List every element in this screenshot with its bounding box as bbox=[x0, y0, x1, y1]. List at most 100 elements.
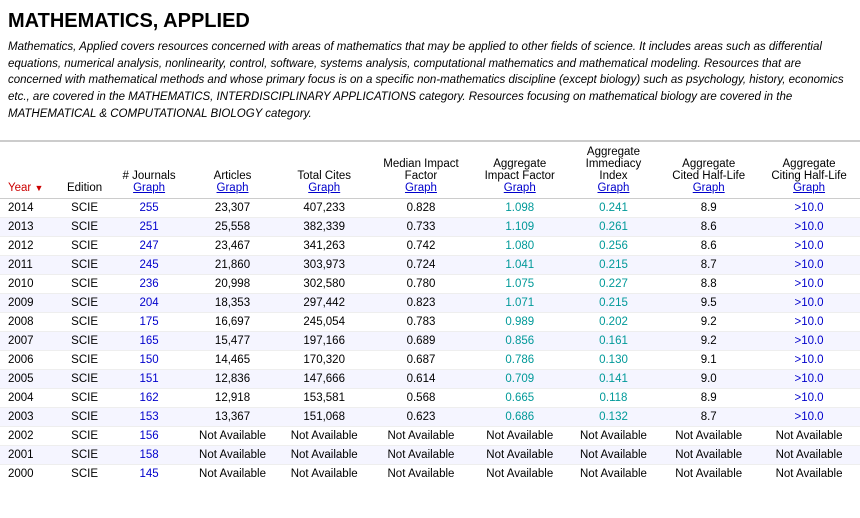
cell-aggregate-if: 0.686 bbox=[472, 408, 568, 427]
citing-hl-link[interactable]: >10.0 bbox=[794, 221, 823, 233]
cell-aggregate-if: 0.665 bbox=[472, 389, 568, 408]
journals-value-link[interactable]: 156 bbox=[139, 430, 158, 442]
cited-hl-graph-link[interactable]: Graph bbox=[693, 182, 725, 194]
journals-value-link[interactable]: 153 bbox=[139, 411, 158, 423]
cell-journals[interactable]: 236 bbox=[112, 275, 187, 294]
col-aggregate-if: AggregateImpact FactorGraph bbox=[472, 142, 568, 199]
cell-journals[interactable]: 245 bbox=[112, 256, 187, 275]
cell-journals[interactable]: 162 bbox=[112, 389, 187, 408]
cell-journals[interactable]: 145 bbox=[112, 465, 187, 481]
col-journals: # JournalsGraph bbox=[112, 142, 187, 199]
cell-articles: Not Available bbox=[187, 427, 279, 446]
median-if-graph-link[interactable]: Graph bbox=[405, 182, 437, 194]
cell-journals[interactable]: 204 bbox=[112, 294, 187, 313]
cell-citing-hl[interactable]: >10.0 bbox=[758, 332, 860, 351]
cell-edition: SCIE bbox=[58, 351, 112, 370]
citing-hl-link[interactable]: >10.0 bbox=[794, 278, 823, 290]
cell-journals[interactable]: 156 bbox=[112, 427, 187, 446]
citing-hl-link[interactable]: >10.0 bbox=[794, 335, 823, 347]
cell-total-cites: 153,581 bbox=[278, 389, 370, 408]
cell-cited-hl: 8.6 bbox=[659, 237, 758, 256]
journals-value-link[interactable]: 255 bbox=[139, 202, 158, 214]
cell-journals[interactable]: 247 bbox=[112, 237, 187, 256]
cell-aggregate-imm: Not Available bbox=[568, 446, 660, 465]
citing-hl-link[interactable]: >10.0 bbox=[794, 297, 823, 309]
journals-value-link[interactable]: 162 bbox=[139, 392, 158, 404]
cell-median-if: Not Available bbox=[370, 427, 472, 446]
total-cites-graph-link[interactable]: Graph bbox=[308, 182, 340, 194]
journals-value-link[interactable]: 158 bbox=[139, 449, 158, 461]
cell-citing-hl[interactable]: >10.0 bbox=[758, 370, 860, 389]
journals-graph-link[interactable]: Graph bbox=[133, 182, 165, 194]
cell-aggregate-imm: 0.141 bbox=[568, 370, 660, 389]
cell-citing-hl[interactable]: >10.0 bbox=[758, 218, 860, 237]
cell-year: 2005 bbox=[0, 370, 58, 389]
cell-citing-hl[interactable]: >10.0 bbox=[758, 275, 860, 294]
journals-value-link[interactable]: 165 bbox=[139, 335, 158, 347]
cell-median-if: Not Available bbox=[370, 446, 472, 465]
journals-value-link[interactable]: 145 bbox=[139, 468, 158, 480]
cell-citing-hl[interactable]: >10.0 bbox=[758, 199, 860, 218]
table-row: 2004SCIE16212,918153,5810.5680.6650.1188… bbox=[0, 389, 860, 408]
cell-citing-hl[interactable]: >10.0 bbox=[758, 389, 860, 408]
cell-median-if: 0.733 bbox=[370, 218, 472, 237]
cell-year: 2008 bbox=[0, 313, 58, 332]
cell-aggregate-if: 1.071 bbox=[472, 294, 568, 313]
cell-year: 2001 bbox=[0, 446, 58, 465]
citing-hl-link[interactable]: >10.0 bbox=[794, 240, 823, 252]
cell-articles: 13,367 bbox=[187, 408, 279, 427]
table-body: 2014SCIE25523,307407,2330.8281.0980.2418… bbox=[0, 199, 860, 481]
cell-cited-hl: 8.9 bbox=[659, 199, 758, 218]
citing-hl-link[interactable]: >10.0 bbox=[794, 316, 823, 328]
cell-year: 2009 bbox=[0, 294, 58, 313]
citing-hl-link[interactable]: >10.0 bbox=[794, 259, 823, 271]
cell-cited-hl: 8.9 bbox=[659, 389, 758, 408]
cell-citing-hl: Not Available bbox=[758, 465, 860, 481]
cell-citing-hl[interactable]: >10.0 bbox=[758, 294, 860, 313]
cell-year: 2006 bbox=[0, 351, 58, 370]
cell-aggregate-if: Not Available bbox=[472, 465, 568, 481]
journals-value-link[interactable]: 236 bbox=[139, 278, 158, 290]
cell-journals[interactable]: 150 bbox=[112, 351, 187, 370]
cell-citing-hl[interactable]: >10.0 bbox=[758, 313, 860, 332]
journals-value-link[interactable]: 150 bbox=[139, 354, 158, 366]
cell-journals[interactable]: 158 bbox=[112, 446, 187, 465]
col-year[interactable]: Year ▼ bbox=[0, 142, 58, 199]
table-row: 2002SCIE156Not AvailableNot AvailableNot… bbox=[0, 427, 860, 446]
col-edition: Edition bbox=[58, 142, 112, 199]
citing-hl-link[interactable]: >10.0 bbox=[794, 202, 823, 214]
journals-value-link[interactable]: 204 bbox=[139, 297, 158, 309]
cell-citing-hl[interactable]: >10.0 bbox=[758, 256, 860, 275]
cell-citing-hl[interactable]: >10.0 bbox=[758, 237, 860, 256]
cell-journals[interactable]: 151 bbox=[112, 370, 187, 389]
aggregate-imm-graph-link[interactable]: Graph bbox=[597, 182, 629, 194]
citing-hl-link[interactable]: >10.0 bbox=[794, 392, 823, 404]
articles-graph-link[interactable]: Graph bbox=[217, 182, 249, 194]
journals-value-link[interactable]: 245 bbox=[139, 259, 158, 271]
cell-journals[interactable]: 165 bbox=[112, 332, 187, 351]
aggregate-if-graph-link[interactable]: Graph bbox=[504, 182, 536, 194]
cell-citing-hl[interactable]: >10.0 bbox=[758, 408, 860, 427]
cell-edition: SCIE bbox=[58, 370, 112, 389]
cell-total-cites: Not Available bbox=[278, 427, 370, 446]
col-median-if: Median ImpactFactorGraph bbox=[370, 142, 472, 199]
citing-hl-link[interactable]: >10.0 bbox=[794, 354, 823, 366]
cell-journals[interactable]: 255 bbox=[112, 199, 187, 218]
col-citing-hl: AggregateCiting Half-LifeGraph bbox=[758, 142, 860, 199]
journals-value-link[interactable]: 251 bbox=[139, 221, 158, 233]
cell-journals[interactable]: 153 bbox=[112, 408, 187, 427]
table-row: 2011SCIE24521,860303,9730.7241.0410.2158… bbox=[0, 256, 860, 275]
journals-value-link[interactable]: 247 bbox=[139, 240, 158, 252]
citing-hl-link[interactable]: >10.0 bbox=[794, 373, 823, 385]
cell-cited-hl: 9.2 bbox=[659, 313, 758, 332]
journals-value-link[interactable]: 151 bbox=[139, 373, 158, 385]
cell-citing-hl[interactable]: >10.0 bbox=[758, 351, 860, 370]
table-row: 2014SCIE25523,307407,2330.8281.0980.2418… bbox=[0, 199, 860, 218]
citing-hl-graph-link[interactable]: Graph bbox=[793, 182, 825, 194]
journals-value-link[interactable]: 175 bbox=[139, 316, 158, 328]
cell-edition: SCIE bbox=[58, 313, 112, 332]
cell-median-if: 0.568 bbox=[370, 389, 472, 408]
citing-hl-link[interactable]: >10.0 bbox=[794, 411, 823, 423]
cell-journals[interactable]: 251 bbox=[112, 218, 187, 237]
cell-journals[interactable]: 175 bbox=[112, 313, 187, 332]
